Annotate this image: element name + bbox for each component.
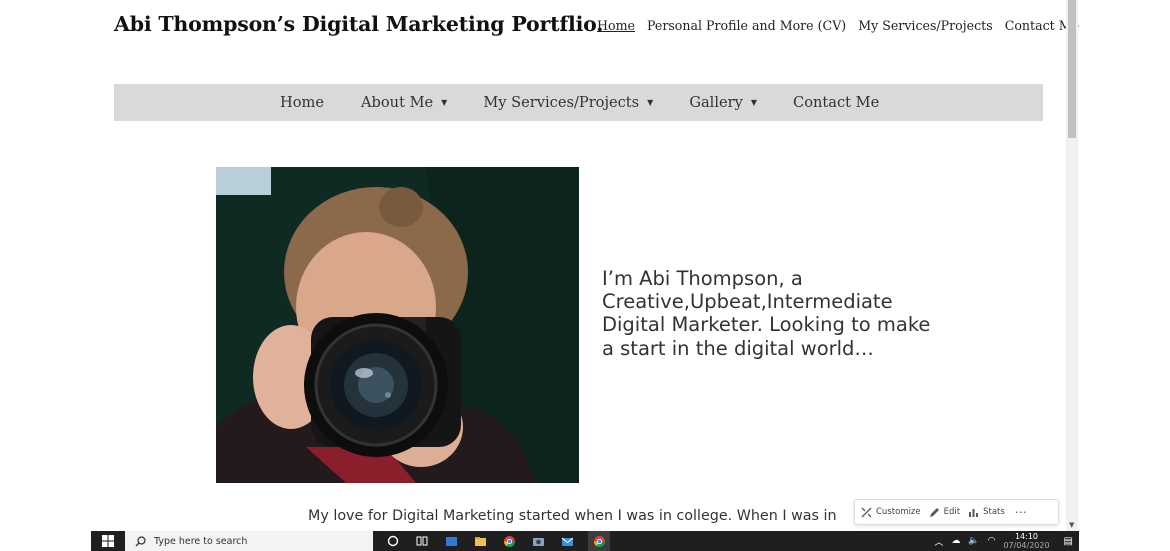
stats-icon <box>969 508 979 517</box>
menu-item-contact-me[interactable]: Contact Me <box>793 94 879 111</box>
site-title[interactable]: Abi Thompson’s Digital Marketing Portfli… <box>114 12 603 36</box>
file-explorer-icon[interactable] <box>472 533 488 549</box>
search-placeholder: Type here to search <box>154 535 248 547</box>
intro-text: I’m Abi Thompson, a Creative,Upbeat,Inte… <box>602 267 931 360</box>
task-view-icon[interactable] <box>414 533 430 549</box>
stats-button[interactable]: Stats <box>968 507 1005 518</box>
pencil-icon <box>929 507 939 517</box>
menu-item-label: Home <box>280 94 324 111</box>
dropdown-caret-icon: ▼ <box>647 98 654 107</box>
customize-button[interactable]: Customize <box>861 507 921 518</box>
main-menu-bar: Home About Me ▼ My Services/Projects ▼ G… <box>114 84 1043 121</box>
volume-icon[interactable]: 🔈 <box>968 536 979 546</box>
chrome-icon[interactable] <box>501 533 517 549</box>
body-paragraph: My love for Digital Marketing started wh… <box>308 508 837 524</box>
menu-item-label: Gallery <box>689 94 743 111</box>
menu-item-label: Contact Me <box>793 94 880 111</box>
menu-item-label: About Me <box>361 94 434 111</box>
mail-icon[interactable] <box>559 533 575 549</box>
top-nav-services[interactable]: My Services/Projects <box>858 18 992 33</box>
admin-toolbar: Customize Edit Stats ⋯ <box>854 499 1059 525</box>
stats-label: Stats <box>983 507 1005 517</box>
customize-icon <box>861 507 872 517</box>
taskbar-clock[interactable]: 14:10 07/04/2020 <box>1003 532 1049 550</box>
menu-item-label: My Services/Projects <box>483 94 640 111</box>
dropdown-caret-icon: ▼ <box>441 98 448 107</box>
scroll-down-arrow-icon[interactable]: ▼ <box>1069 521 1074 529</box>
scrollbar-thumb[interactable] <box>1068 0 1076 138</box>
notification-icon[interactable]: ▤ <box>1064 536 1073 547</box>
wifi-icon[interactable]: ◠ <box>988 536 996 546</box>
dropdown-caret-icon: ▼ <box>750 98 758 107</box>
taskbar-search[interactable]: Type here to search <box>125 531 373 551</box>
menu-item-home[interactable]: Home <box>280 94 324 111</box>
chrome-active-icon[interactable] <box>588 531 610 551</box>
camera-app-icon[interactable] <box>530 533 546 549</box>
menu-item-gallery[interactable]: Gallery ▼ <box>689 94 757 111</box>
vertical-scrollbar[interactable]: ▼ <box>1066 0 1078 531</box>
top-navigation: Home Personal Profile and More (CV) My S… <box>597 18 1079 33</box>
clock-date: 07/04/2020 <box>1003 541 1050 550</box>
windows-taskbar: Type here to search ︿ ☁ 🔈 ◠ 14:10 07/04/… <box>91 531 1079 551</box>
customize-label: Customize <box>876 507 921 517</box>
windows-logo-icon <box>102 535 114 547</box>
app-icon-blue[interactable] <box>443 533 459 549</box>
top-nav-home[interactable]: Home <box>597 18 635 33</box>
browser-page: Abi Thompson’s Digital Marketing Portfli… <box>91 0 1079 531</box>
chevron-up-icon[interactable]: ︿ <box>934 535 943 548</box>
menu-item-services[interactable]: My Services/Projects ▼ <box>483 94 653 111</box>
start-button[interactable] <box>91 531 125 551</box>
search-icon <box>135 535 146 546</box>
edit-button[interactable]: Edit <box>929 507 960 518</box>
edit-label: Edit <box>943 507 961 517</box>
cloud-icon[interactable]: ☁ <box>951 536 960 546</box>
system-tray: ︿ ☁ 🔈 ◠ 14:10 07/04/2020 ▤ <box>934 532 1079 550</box>
cortana-icon[interactable] <box>385 533 401 549</box>
top-nav-profile[interactable]: Personal Profile and More (CV) <box>647 18 846 33</box>
menu-item-about-me[interactable]: About Me ▼ <box>361 94 447 111</box>
clock-time: 14:10 <box>1014 532 1039 541</box>
more-options-icon[interactable]: ⋯ <box>1015 505 1027 519</box>
photographer-image <box>216 167 579 483</box>
